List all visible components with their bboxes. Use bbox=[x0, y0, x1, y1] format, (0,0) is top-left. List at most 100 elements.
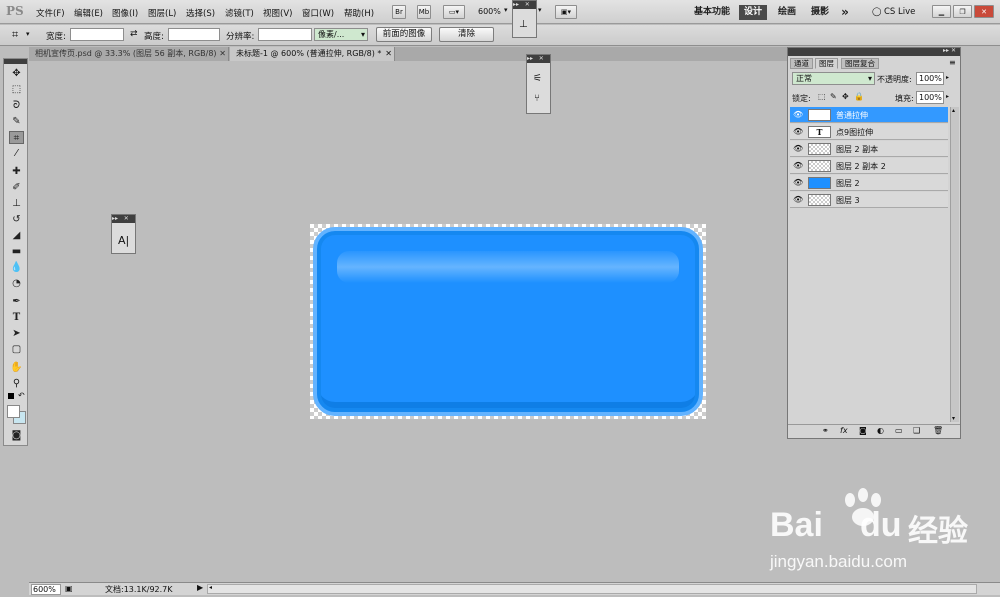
puppet-icon[interactable]: ⑂ bbox=[534, 93, 540, 104]
workspace-photography[interactable]: 摄影 bbox=[808, 5, 832, 20]
swap-icon[interactable]: ⇄ bbox=[130, 29, 138, 39]
quick-mask-icon[interactable]: ◙ bbox=[9, 429, 24, 442]
cslive-button[interactable]: CS Live bbox=[884, 7, 915, 17]
minibridge-button[interactable]: Mb bbox=[417, 5, 431, 19]
move-tool-icon[interactable]: ✥ bbox=[9, 67, 24, 80]
opacity-input[interactable]: 100% bbox=[916, 72, 944, 85]
height-input[interactable] bbox=[168, 28, 220, 41]
tab-layer-comps[interactable]: 图层复合 bbox=[841, 58, 879, 69]
layer-row-normal-stretch[interactable]: 👁 T 普通拉伸 bbox=[790, 107, 948, 123]
pen-tool-icon[interactable]: ✒ bbox=[9, 295, 24, 308]
layer-row-layer2[interactable]: 👁 图层 2 bbox=[790, 175, 948, 191]
eye-icon[interactable]: 👁 bbox=[793, 161, 803, 171]
view-extras-button[interactable]: ▭▾ bbox=[443, 5, 465, 19]
menu-layer[interactable]: 图层(L) bbox=[148, 7, 176, 19]
layer-row-layer2-copy[interactable]: 👁 图层 2 副本 bbox=[790, 141, 948, 157]
delete-layer-icon[interactable]: 🗑 bbox=[933, 426, 943, 435]
new-layer-icon[interactable]: ❑ bbox=[913, 426, 920, 435]
workspace-essentials[interactable]: 基本功能 bbox=[690, 5, 734, 20]
menu-image[interactable]: 图像(I) bbox=[112, 7, 138, 19]
gradient-tool-icon[interactable]: ▬ bbox=[9, 245, 24, 258]
status-menu-arrow-icon[interactable]: ▶ bbox=[197, 583, 203, 592]
layer-row-layer3[interactable]: 👁 图层 3 bbox=[790, 192, 948, 208]
tab-channels[interactable]: 通道 bbox=[790, 58, 813, 69]
default-colors-icon[interactable] bbox=[8, 393, 14, 399]
menu-window[interactable]: 窗口(W) bbox=[302, 7, 334, 19]
close-icon[interactable]: ✕ bbox=[385, 47, 392, 60]
workspace-design[interactable]: 设计 bbox=[739, 5, 767, 20]
stamp-tool-icon[interactable]: ⊥ bbox=[9, 197, 24, 210]
status-zoom-input[interactable]: 600% bbox=[31, 584, 61, 595]
eye-icon[interactable]: 👁 bbox=[793, 127, 803, 137]
document-canvas[interactable] bbox=[310, 224, 706, 419]
marquee-tool-icon[interactable]: ⬚ bbox=[9, 83, 24, 96]
menu-view[interactable]: 视图(V) bbox=[263, 7, 292, 19]
blend-mode-select[interactable]: 正常 ▾ bbox=[792, 72, 875, 85]
clear-button[interactable]: 清除 bbox=[439, 27, 494, 42]
path-select-tool-icon[interactable]: ➤ bbox=[9, 327, 24, 340]
zoom-tool-icon[interactable]: ⚲ bbox=[9, 377, 24, 390]
resolution-input[interactable] bbox=[258, 28, 312, 41]
fx-icon[interactable]: fx bbox=[840, 426, 848, 435]
blur-tool-icon[interactable]: 💧 bbox=[9, 261, 24, 274]
panel-header[interactable]: ▸▸ ✕ bbox=[513, 1, 536, 9]
quick-select-tool-icon[interactable]: ✎ bbox=[9, 115, 24, 128]
foreground-color-swatch[interactable] bbox=[7, 405, 20, 418]
crop-tool-icon[interactable]: ⌗ bbox=[9, 131, 24, 144]
lasso-tool-icon[interactable]: ᘐ bbox=[9, 99, 24, 112]
new-group-icon[interactable]: ▭ bbox=[895, 426, 903, 435]
menu-filter[interactable]: 滤镜(T) bbox=[225, 7, 254, 19]
fill-input[interactable]: 100% bbox=[916, 91, 944, 104]
lock-image-icon[interactable]: ✎ bbox=[830, 92, 837, 101]
cslive-icon[interactable]: ◯ bbox=[872, 7, 882, 17]
character-panel-icon[interactable]: A| bbox=[118, 234, 129, 247]
menu-help[interactable]: 帮助(H) bbox=[344, 7, 374, 19]
workspace-more[interactable]: » bbox=[838, 5, 852, 20]
scroll-left-icon[interactable]: ◂ bbox=[209, 584, 212, 591]
scroll-down-icon[interactable]: ▾ bbox=[952, 415, 955, 422]
layer-row-layer2-copy2[interactable]: 👁 图层 2 副本 2 bbox=[790, 158, 948, 174]
layer-row-9patch-stretch[interactable]: 👁 T 点9图拉伸 bbox=[790, 124, 948, 140]
restore-button[interactable]: ❐ bbox=[953, 5, 972, 18]
adjustment-layer-icon[interactable]: ◐ bbox=[877, 426, 884, 435]
panel-header[interactable]: ▸▸ ✕ bbox=[788, 47, 960, 56]
zoom-level[interactable]: 600% bbox=[478, 7, 501, 16]
sliders-icon[interactable]: ⚟ bbox=[533, 73, 542, 84]
eye-icon[interactable]: 👁 bbox=[793, 195, 803, 205]
close-icon[interactable]: ✕ bbox=[219, 47, 226, 60]
eye-icon[interactable]: 👁 bbox=[793, 144, 803, 154]
scroll-up-icon[interactable]: ▴ bbox=[952, 107, 955, 114]
lock-all-icon[interactable]: 🔒 bbox=[854, 92, 864, 101]
type-tool-icon[interactable]: T bbox=[9, 311, 24, 324]
unit-select[interactable]: 像素/... ▾ bbox=[314, 28, 368, 41]
zoom-dropdown-icon[interactable]: ▾ bbox=[504, 6, 508, 14]
add-mask-icon[interactable]: ◙ bbox=[859, 426, 867, 435]
bridge-button[interactable]: Br bbox=[392, 5, 406, 19]
eye-icon[interactable]: 👁 bbox=[793, 178, 803, 188]
panel-header[interactable]: ▸▸ ✕ bbox=[527, 55, 550, 63]
front-image-button[interactable]: 前面的图像 bbox=[376, 27, 432, 42]
healing-tool-icon[interactable]: ✚ bbox=[9, 165, 24, 178]
tab-untitled-1[interactable]: 未标题-1 @ 600% (普通拉伸, RGB/8) * ✕ bbox=[230, 47, 395, 61]
eyedropper-tool-icon[interactable]: ⁄ bbox=[9, 147, 24, 160]
brush-tool-icon[interactable]: ✐ bbox=[9, 181, 24, 194]
hand-tool-icon[interactable]: ✋ bbox=[9, 361, 24, 374]
width-input[interactable] bbox=[70, 28, 124, 41]
fill-slider-icon[interactable]: ▸ bbox=[946, 93, 949, 100]
screen-mode-button[interactable]: ▣▾ bbox=[555, 5, 577, 19]
layers-scrollbar[interactable]: ▴ ▾ bbox=[950, 107, 959, 422]
status-icon[interactable]: ▣ bbox=[65, 584, 73, 593]
swap-colors-icon[interactable]: ↶ bbox=[18, 391, 25, 400]
panel-menu-icon[interactable]: ≡ bbox=[949, 58, 956, 67]
lock-transparent-icon[interactable]: ⬚ bbox=[818, 92, 826, 101]
opacity-slider-icon[interactable]: ▸ bbox=[946, 74, 949, 81]
shape-tool-icon[interactable]: ▢ bbox=[9, 343, 24, 356]
eraser-tool-icon[interactable]: ◢ bbox=[9, 229, 24, 242]
menu-file[interactable]: 文件(F) bbox=[36, 7, 65, 19]
workspace-painting[interactable]: 绘画 bbox=[775, 5, 799, 20]
menu-select[interactable]: 选择(S) bbox=[186, 7, 215, 19]
eye-icon[interactable]: 👁 bbox=[793, 110, 803, 120]
minimize-button[interactable]: ▁ bbox=[932, 5, 951, 18]
toolbox-header[interactable] bbox=[4, 59, 27, 64]
stamp-icon[interactable]: ⊥ bbox=[519, 19, 528, 30]
